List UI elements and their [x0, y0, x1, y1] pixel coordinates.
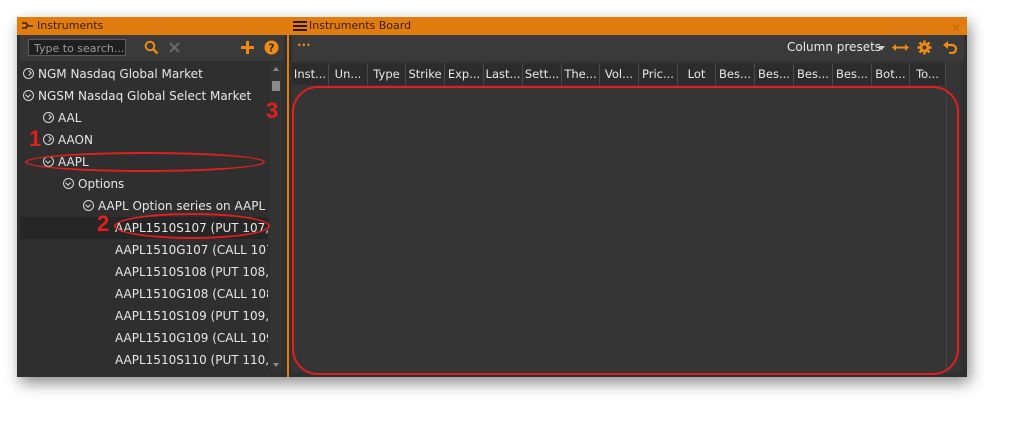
board-titlebar: Instruments Board ✕: [289, 17, 967, 35]
board-title: Instruments Board: [309, 19, 412, 32]
more-button[interactable]: ···: [297, 38, 311, 52]
scroll-up-icon[interactable]: [273, 67, 279, 71]
search-input[interactable]: Type to search...: [28, 39, 126, 56]
chevron-down-icon[interactable]: [878, 46, 885, 51]
column-header[interactable]: Vol...: [600, 63, 639, 85]
help-icon[interactable]: ?: [264, 40, 279, 55]
tree-item[interactable]: AAON: [20, 129, 268, 151]
tree-item[interactable]: AAPL1510S108 (PUT 108,00): [20, 261, 268, 283]
scroll-down-icon[interactable]: [273, 363, 279, 367]
undo-icon[interactable]: [943, 41, 957, 54]
expanded-arrow-icon[interactable]: [83, 200, 94, 211]
scroll-thumb[interactable]: [272, 81, 280, 91]
highlight-aapl: [25, 152, 265, 172]
tree-item-label: AAPL1510S110 (PUT 110,00): [115, 353, 268, 367]
tree-item[interactable]: AAPL1510S110 (PUT 110,00): [20, 349, 268, 371]
column-header[interactable]: Bes...: [794, 63, 833, 85]
column-header[interactable]: Last...: [484, 63, 523, 85]
highlight-put-option: [114, 213, 270, 239]
column-header[interactable]: Type: [368, 63, 406, 85]
tree-item-label: AAPL Option series on AAPL 20: [98, 199, 268, 213]
column-header[interactable]: Exp...: [445, 63, 484, 85]
tree-item-label: Options: [78, 177, 125, 191]
column-header[interactable]: Lot: [678, 63, 716, 85]
column-header[interactable]: To...: [910, 63, 946, 85]
tree-item-label: NGSM Nasdaq Global Select Market: [38, 89, 252, 103]
board-toolbar: ··· Column presets: [292, 35, 964, 61]
instruments-title: Instruments: [37, 19, 104, 32]
column-header[interactable]: Bes...: [716, 63, 755, 85]
collapsed-arrow-icon[interactable]: [43, 134, 54, 145]
add-icon[interactable]: [241, 41, 254, 54]
tree-item-label: AAON: [58, 133, 93, 147]
tree-item-label: AAL: [58, 111, 82, 125]
tree-item[interactable]: AAPL1510G107 (CALL 107,0(: [20, 239, 268, 261]
clear-icon[interactable]: [169, 42, 180, 53]
svg-text:?: ?: [268, 42, 274, 55]
column-header[interactable]: Pric...: [639, 63, 678, 85]
column-header[interactable]: Un...: [329, 63, 368, 85]
column-header[interactable]: The...: [562, 63, 600, 85]
collapsed-arrow-icon[interactable]: [23, 68, 34, 79]
instruments-toolbar: Type to search... ?: [20, 35, 284, 61]
tree-item-label: AAPL1510S108 (PUT 108,00): [115, 265, 268, 279]
grid-header: Inst... Un... Type Strike Exp... Last... Sett.…: [292, 63, 946, 85]
tree-item-label: AAPL1510G107 (CALL 107,0(: [115, 243, 268, 257]
tree-item[interactable]: NGM Nasdaq Global Market: [20, 63, 268, 85]
tree-item[interactable]: AAPL Option series on AAPL 20: [20, 195, 268, 217]
annotation-2: 2: [97, 211, 110, 236]
tree-item[interactable]: NGSM Nasdaq Global Select Market: [20, 85, 268, 107]
annotation-1: 1: [29, 126, 42, 151]
search-icon[interactable]: [144, 40, 159, 55]
tree-item[interactable]: Options: [20, 173, 268, 195]
column-header[interactable]: Bes...: [755, 63, 794, 85]
column-header[interactable]: Bot...: [872, 63, 910, 85]
collapsed-arrow-icon[interactable]: [43, 112, 54, 123]
tree-item[interactable]: AAPL1510G108 (CALL 108,0(: [20, 283, 268, 305]
column-header[interactable]: Inst...: [292, 63, 329, 85]
expanded-arrow-icon[interactable]: [63, 178, 74, 189]
gear-icon[interactable]: [917, 40, 932, 55]
highlight-board: [292, 86, 959, 375]
instruments-icon: [22, 22, 33, 29]
tree-item[interactable]: AAL: [20, 107, 268, 129]
tree-item-label: AAPL1510G109 (CALL 109,0(: [115, 331, 268, 345]
instruments-panel: Instruments Type to search... ? NGM Nasd…: [17, 17, 287, 377]
expanded-arrow-icon[interactable]: [23, 90, 34, 101]
tree-item-label: NGM Nasdaq Global Market: [38, 67, 203, 81]
tree-item-label: AAPL1510S109 (PUT 109,00): [115, 309, 268, 323]
instruments-titlebar: Instruments: [17, 17, 287, 35]
column-presets-button[interactable]: Column presets: [787, 40, 881, 54]
annotation-3: 3: [266, 98, 279, 123]
tree-item[interactable]: AAPL1510S109 (PUT 109,00): [20, 305, 268, 327]
fit-width-icon[interactable]: [892, 42, 909, 53]
tree-item[interactable]: AAPL1510G109 (CALL 109,0(: [20, 327, 268, 349]
hamburger-icon[interactable]: [293, 20, 307, 32]
column-header[interactable]: Bes...: [833, 63, 872, 85]
tree-item-label: AAPL1510G108 (CALL 108,0(: [115, 287, 268, 301]
column-header[interactable]: Strike: [406, 63, 445, 85]
column-header[interactable]: Sett...: [523, 63, 562, 85]
